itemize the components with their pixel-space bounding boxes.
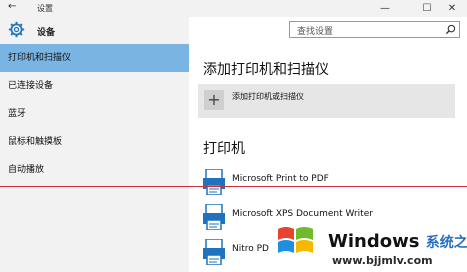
page-title: 设备 (37, 28, 56, 38)
close-button[interactable]: ✕ (437, 0, 467, 17)
section-title-printers: 打印机 (203, 141, 245, 157)
add-printer-button[interactable]: + 添加打印机或扫描仪 (198, 84, 455, 118)
window-title: 设置 (37, 4, 53, 13)
sidebar-item-connected-devices[interactable]: 已连接设备 (0, 72, 189, 100)
sidebar-item-label: 鼠标和触摸板 (8, 137, 63, 147)
gear-icon (8, 21, 25, 38)
printer-name: Microsoft Print to PDF (232, 174, 329, 184)
sidebar-item-label: 打印机和扫描仪 (8, 53, 72, 63)
sidebar-item-mouse-touchpad[interactable]: 鼠标和触摸板 (0, 128, 189, 156)
printer-icon (203, 169, 225, 195)
watermark: Windows 系统之家 www.bjjmlv.com (270, 213, 467, 272)
sidebar-item-printers-scanners[interactable]: 打印机和扫描仪 (0, 44, 189, 72)
section-title-add: 添加打印机和扫描仪 (203, 62, 329, 78)
watermark-brand-name: Windows (328, 231, 420, 252)
plus-icon: + (204, 90, 224, 110)
sidebar-item-label: 自动播放 (8, 165, 45, 175)
printer-item[interactable]: Microsoft Print to PDF (203, 169, 463, 197)
printer-icon (203, 239, 225, 265)
sidebar-item-label: 蓝牙 (8, 109, 27, 119)
annotation-line (0, 186, 467, 187)
sidebar-item-label: 已连接设备 (8, 81, 54, 91)
printer-icon (203, 204, 225, 230)
watermark-brand: Windows 系统之家 (328, 231, 467, 252)
search-placeholder: 查找设置 (297, 27, 334, 37)
minimize-button[interactable]: — (370, 0, 400, 17)
title-bar: ← 设置 — ☐ ✕ (0, 0, 467, 17)
windows-logo-icon (278, 227, 313, 253)
printer-name: Nitro PD (232, 244, 269, 254)
watermark-brand-suffix: 系统之家 (425, 235, 467, 251)
search-icon[interactable] (445, 24, 456, 35)
watermark-url: www.bjjmlv.com (332, 254, 433, 267)
sidebar-item-autoplay[interactable]: 自动播放 (0, 156, 189, 184)
sidebar-item-bluetooth[interactable]: 蓝牙 (0, 100, 189, 128)
search-input[interactable]: 查找设置 (289, 21, 460, 38)
back-button[interactable]: ← (8, 1, 16, 12)
add-printer-label: 添加打印机或扫描仪 (232, 92, 304, 101)
